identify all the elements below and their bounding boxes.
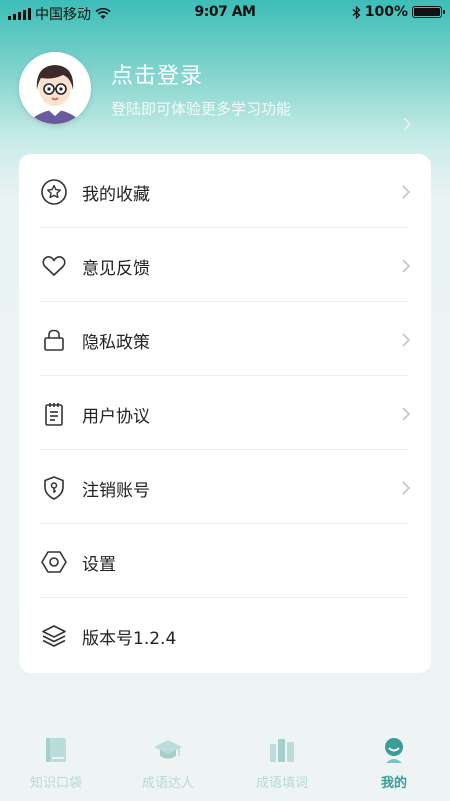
- menu-item-label: 设置: [82, 555, 116, 575]
- chevron-right-icon[interactable]: [402, 116, 412, 132]
- lock-icon: [44, 329, 64, 351]
- layers-icon: [42, 625, 66, 647]
- tab-mine[interactable]: 我的: [338, 731, 450, 801]
- battery-icon: [412, 6, 445, 18]
- tab-knowledge[interactable]: 知识口袋: [0, 731, 112, 801]
- shield-key-icon: [44, 476, 64, 500]
- menu-item-label: 我的收藏: [82, 185, 150, 205]
- menu-item-agreement[interactable]: 用户协议: [19, 376, 431, 450]
- chevron-right-icon: [402, 407, 411, 421]
- tab-bar: 知识口袋 成语达人 成语填词 我的: [0, 731, 450, 801]
- tab-idiom-master[interactable]: 成语达人: [112, 731, 224, 801]
- menu-item-label: 注销账号: [82, 481, 150, 501]
- tab-idiom-fill[interactable]: 成语填词: [226, 731, 338, 801]
- hexagon-icon: [41, 551, 67, 573]
- chevron-right-icon: [402, 333, 411, 347]
- login-subtitle: 登陆即可体验更多学习功能: [111, 100, 292, 118]
- bluetooth-icon: [352, 5, 361, 19]
- menu-item-label: 隐私政策: [82, 333, 150, 353]
- version-label: 版本号1.2.4: [82, 629, 177, 649]
- chevron-right-icon: [402, 481, 411, 495]
- menu-item-label: 意见反馈: [82, 259, 150, 279]
- menu-item-settings[interactable]: 设置: [19, 524, 431, 598]
- tab-label: 成语达人: [141, 776, 194, 791]
- menu-item-privacy[interactable]: 隐私政策: [19, 302, 431, 376]
- avatar[interactable]: [19, 52, 91, 124]
- tab-label: 成语填词: [255, 776, 308, 791]
- user-avatar-icon: [19, 52, 91, 124]
- status-bar: 中国移动 9:07 AM 100%: [0, 0, 450, 26]
- graduation-cap-icon: [154, 740, 182, 759]
- menu-item-delete-account[interactable]: 注销账号: [19, 450, 431, 524]
- chevron-right-icon: [402, 259, 411, 273]
- login-title[interactable]: 点击登录: [111, 58, 203, 90]
- menu-card: 我的收藏 意见反馈 隐私政策 用户协议 注销账号 设置 版本号1.2.4: [19, 154, 431, 673]
- menu-item-label: 用户协议: [82, 407, 150, 427]
- bookshelf-icon: [270, 739, 294, 762]
- profile-header[interactable]: 点击登录 登陆即可体验更多学习功能: [19, 52, 430, 132]
- system-indicators: 100%: [352, 4, 445, 20]
- menu-item-version: 版本号1.2.4: [19, 598, 431, 672]
- star-circle-icon: [41, 179, 67, 205]
- menu-item-favorites[interactable]: 我的收藏: [19, 154, 431, 228]
- heart-icon: [42, 255, 66, 276]
- book-icon: [46, 738, 66, 762]
- document-icon: [45, 403, 63, 426]
- battery-percent: 100%: [364, 4, 408, 20]
- menu-item-feedback[interactable]: 意见反馈: [19, 228, 431, 302]
- tab-label: 知识口袋: [29, 776, 82, 791]
- tab-label: 我的: [380, 776, 407, 791]
- chevron-right-icon: [402, 185, 411, 199]
- user-icon: [385, 738, 403, 763]
